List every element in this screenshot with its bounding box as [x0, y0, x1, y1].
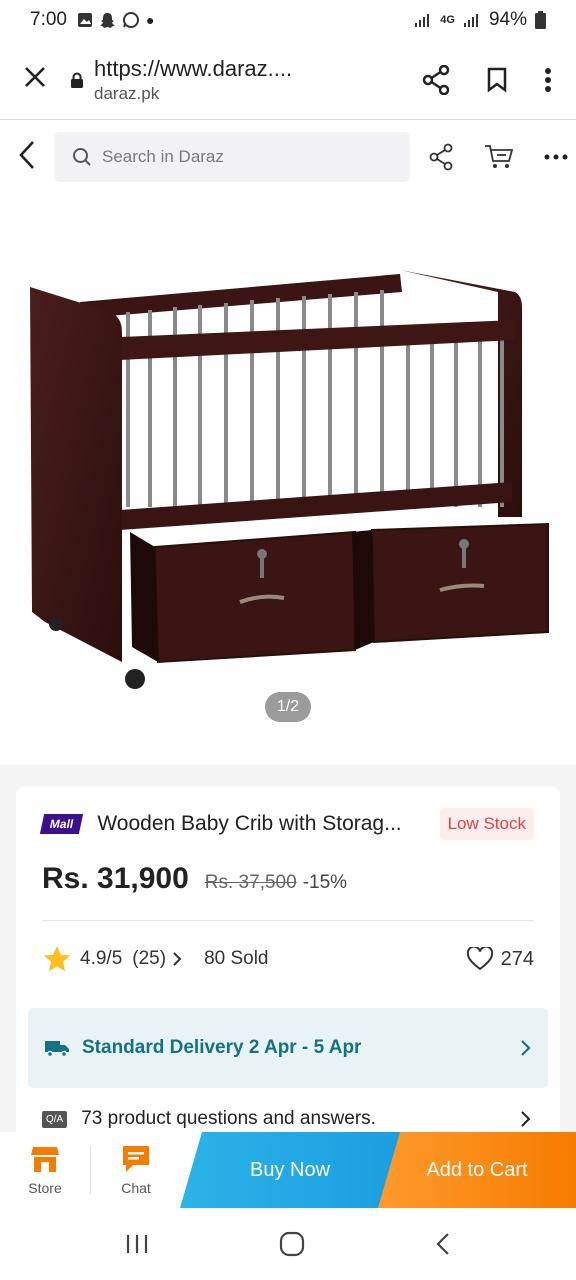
url-bar[interactable]: https://www.daraz.... daraz.pk — [70, 56, 422, 104]
qa-text: 73 product questions and answers. — [81, 1108, 376, 1129]
add-to-cart-button[interactable]: Add to Cart — [378, 1132, 576, 1208]
network-type: 4G — [440, 14, 455, 26]
product-info-card: Mall Wooden Baby Crib with Storag... Low… — [16, 786, 560, 1146]
share-icon[interactable] — [422, 64, 450, 95]
url-text: https://www.daraz.... — [94, 55, 293, 81]
signal-icon-2 — [463, 14, 478, 27]
chat-button[interactable]: Chat — [91, 1132, 181, 1208]
wishlist-button[interactable]: 274 — [466, 947, 534, 971]
browser-toolbar: https://www.daraz.... daraz.pk — [0, 40, 576, 120]
mall-badge: Mall — [39, 814, 84, 834]
store-button[interactable]: Store — [0, 1132, 90, 1208]
qa-badge: Q/A — [42, 1110, 68, 1128]
bottom-action-bar: Store Chat Buy Now Add to Cart — [0, 1132, 576, 1208]
system-navigation-bar — [0, 1208, 576, 1280]
search-placeholder: Search in Daraz — [102, 147, 224, 166]
chevron-right-icon — [521, 1040, 531, 1056]
more-horiz-icon[interactable] — [544, 154, 568, 160]
dot-icon: ● — [145, 12, 155, 28]
rating-score: 4.9/5 — [80, 948, 123, 969]
discount-percent: -15% — [302, 872, 348, 893]
status-bar: 7:00 ● 4G 94% — [0, 0, 576, 40]
stock-badge: Low Stock — [439, 808, 534, 840]
star-icon — [43, 945, 71, 972]
chevron-left-icon — [19, 140, 34, 169]
search-input[interactable]: Search in Daraz — [54, 132, 410, 182]
delivery-text: Standard Delivery 2 Apr - 5 Apr — [82, 1037, 362, 1058]
review-count[interactable]: (25) — [132, 948, 166, 970]
heart-icon — [466, 947, 493, 971]
more-vert-icon[interactable] — [544, 67, 552, 93]
recent-apps-icon[interactable] — [125, 1233, 149, 1255]
lock-icon — [71, 72, 83, 88]
chat-label: Chat — [121, 1180, 151, 1196]
buy-now-button[interactable]: Buy Now — [180, 1132, 400, 1208]
back-nav-icon[interactable] — [435, 1232, 451, 1256]
home-icon[interactable] — [279, 1231, 305, 1257]
share-icon[interactable] — [428, 143, 454, 171]
battery-percent: 94% — [488, 9, 527, 30]
gallery-icon — [77, 13, 92, 27]
battery-icon — [535, 11, 546, 29]
search-row: Search in Daraz — [0, 122, 576, 192]
chevron-right-icon — [521, 1111, 531, 1127]
delivery-info[interactable]: Standard Delivery 2 Apr - 5 Apr — [28, 1008, 548, 1088]
close-icon — [25, 66, 45, 87]
back-button[interactable] — [0, 140, 54, 175]
whatsapp-icon — [122, 12, 139, 28]
store-label: Store — [28, 1180, 62, 1196]
likes-count: 274 — [500, 947, 534, 970]
bookmark-icon[interactable] — [486, 67, 508, 93]
close-tab-button[interactable] — [0, 63, 70, 97]
crib-illustration — [30, 270, 549, 689]
product-title: Wooden Baby Crib with Storag... — [97, 812, 402, 835]
original-price: Rs. 37,500 — [204, 872, 297, 893]
sold-count: 80 Sold — [204, 948, 269, 969]
rating-row[interactable]: 4.9/5 (25) 80 Sold 274 — [42, 921, 534, 997]
qa-row[interactable]: Q/A 73 product questions and answers. — [42, 1104, 532, 1134]
search-icon — [73, 148, 91, 166]
store-icon — [31, 1147, 59, 1172]
cart-icon[interactable] — [484, 144, 514, 170]
status-time: 7:00 — [30, 9, 67, 30]
product-image[interactable] — [0, 192, 576, 762]
truck-icon — [45, 1041, 69, 1057]
signal-icon — [415, 14, 430, 27]
chevron-right-icon — [173, 952, 182, 966]
image-counter: 1/2 — [265, 692, 311, 722]
current-price: Rs. 31,900 — [42, 862, 189, 895]
domain-text: daraz.pk — [94, 83, 160, 103]
chat-icon — [123, 1146, 149, 1172]
snapchat-icon — [99, 12, 115, 28]
